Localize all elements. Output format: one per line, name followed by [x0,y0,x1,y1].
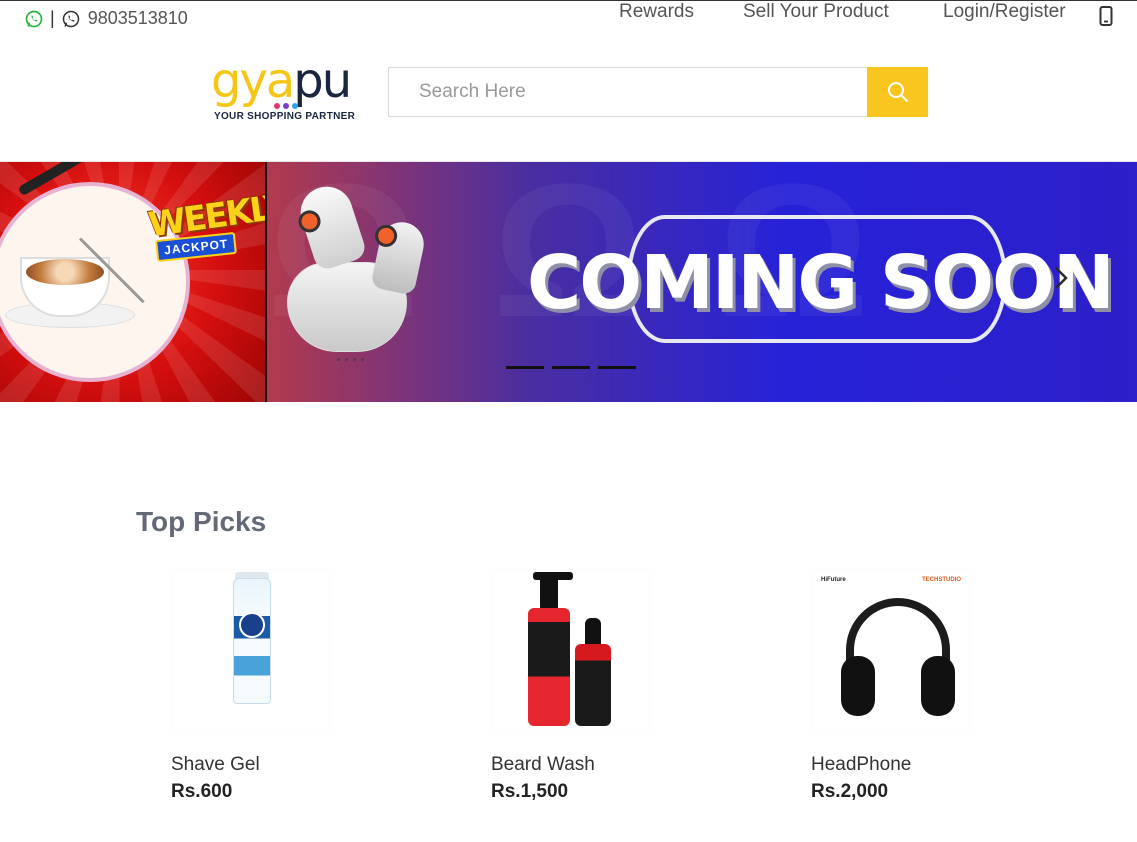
search-input[interactable] [388,67,868,117]
logo[interactable]: gyapu YOUR SHOPPING PARTNER [211,53,371,125]
separator: | [50,8,55,28]
latte-art-image [26,259,104,285]
carousel-indicators [506,366,636,369]
rewards-link[interactable]: Rewards [619,1,694,23]
search-bar [388,67,928,117]
case-led-dots [337,358,364,361]
product-price: Rs.1,500 [491,781,569,802]
sell-your-product-link[interactable]: Sell Your Product [743,1,889,23]
viber-icon[interactable] [61,9,81,29]
search-button[interactable] [867,67,928,117]
carousel-dot-active[interactable] [598,366,636,369]
product-image[interactable] [173,570,329,732]
coming-soon-slide[interactable]: Ω Ω Ω COMING SOON [265,162,1137,402]
product-price: Rs.2,000 [811,781,889,802]
product-name[interactable]: Shave Gel [171,754,260,776]
carousel-dot[interactable] [506,366,544,369]
hero-carousel[interactable]: WEEKLY JACKPOT Ω Ω Ω COMING SOON [0,162,1137,402]
chevron-right-icon[interactable] [1047,264,1075,292]
product-image[interactable]: HiFuture TECHSTUDIO [813,570,969,732]
brand-label: TECHSTUDIO [922,577,961,583]
product-image[interactable] [493,570,649,732]
whatsapp-icon[interactable] [24,9,44,29]
product-name[interactable]: HeadPhone [811,754,911,776]
logo-wordmark: gyapu [211,53,352,109]
logo-dots [274,103,298,109]
phone-number[interactable]: 9803513810 [88,8,188,29]
top-bar: | 9803513810 Rewards Sell Your Product L… [0,1,1137,37]
search-icon [887,82,908,103]
mobile-icon[interactable] [1099,6,1113,26]
contact-info: | 9803513810 [24,8,188,29]
product-price: Rs.600 [171,781,233,802]
header: gyapu YOUR SHOPPING PARTNER [0,41,1137,162]
weekly-jackpot-promo[interactable]: WEEKLY JACKPOT [0,162,265,402]
banner-headline: COMING SOON [527,240,1115,326]
brand-label: HiFuture [821,577,846,583]
section-title: Top Picks [136,506,267,537]
carousel-dot[interactable] [552,366,590,369]
login-register-link[interactable]: Login/Register [943,1,1066,23]
logo-tagline: YOUR SHOPPING PARTNER [214,111,356,122]
product-name[interactable]: Beard Wash [491,754,595,776]
